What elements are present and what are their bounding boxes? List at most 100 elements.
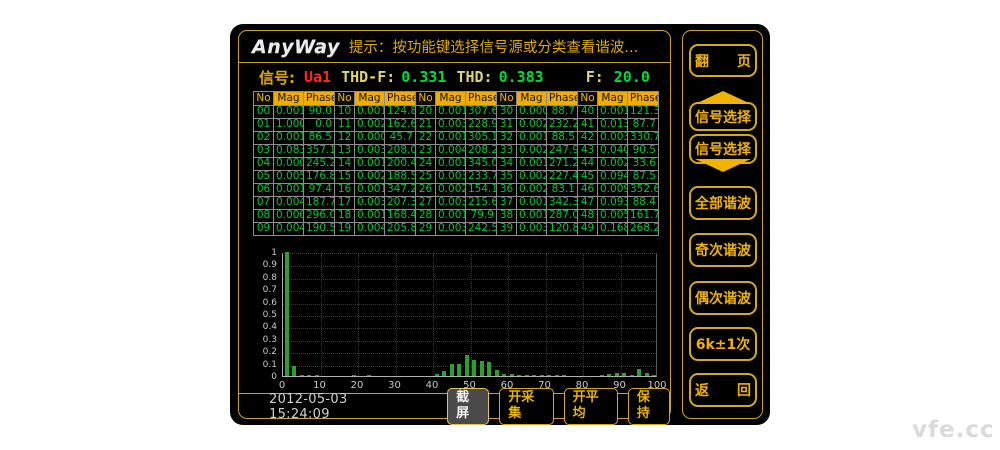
table-header-cell: Phase	[547, 92, 578, 106]
table-cell: 232.2	[547, 119, 578, 132]
gridline	[621, 254, 622, 376]
signal-value: Ua1	[304, 68, 331, 86]
table-header-cell: No	[254, 92, 274, 106]
harmonic-bar	[435, 374, 439, 376]
table-cell: 0.001	[274, 106, 304, 119]
table-cell: 208.2	[466, 145, 497, 158]
gridline	[283, 341, 656, 342]
harmonic-bar	[637, 369, 641, 376]
table-cell: 0.002	[517, 171, 547, 184]
table-cell: 29	[416, 223, 436, 236]
table-cell: 121.3	[628, 106, 659, 119]
arrow-up-icon	[695, 91, 751, 104]
signal-select-up-button[interactable]: 信号选择	[689, 102, 757, 131]
table-cell: 43	[578, 145, 598, 158]
table-cell: 33	[497, 145, 517, 158]
table-cell: 11	[335, 119, 355, 132]
timestamp: 2012-05-03 15:24:09	[269, 392, 407, 422]
table-cell: 35	[497, 171, 517, 184]
table-cell: 228.9	[466, 119, 497, 132]
start-averaging-button[interactable]: 开平均	[564, 388, 618, 425]
table-cell: 32	[497, 132, 517, 145]
table-row: 020.00186.5120.00045.7220.001305.1320.00…	[254, 132, 659, 145]
harmonic-spectrum-chart: 00.10.20.30.40.50.60.70.80.9101020304050…	[239, 241, 672, 393]
table-cell: 39	[497, 223, 517, 236]
y-axis-tick-label: 1	[239, 248, 277, 258]
gridline	[283, 304, 656, 305]
table-cell: 08	[254, 210, 274, 223]
gridline	[283, 316, 656, 317]
table-cell: 20	[416, 106, 436, 119]
table-cell: 06	[254, 184, 274, 197]
y-axis-tick-label: 0.9	[239, 260, 277, 270]
table-cell: 97.4	[304, 184, 335, 197]
harmonic-bar	[540, 375, 544, 376]
table-cell: 88.7	[547, 106, 578, 119]
gridline	[583, 254, 584, 376]
table-cell: 287.0	[547, 210, 578, 223]
table-cell: 0.003	[436, 197, 466, 210]
all-harmonics-button[interactable]: 全部谐波	[689, 186, 757, 220]
table-cell: 36	[497, 184, 517, 197]
table-cell: 0.083	[274, 145, 304, 158]
table-cell: 233.7	[466, 171, 497, 184]
table-cell: 247.9	[547, 145, 578, 158]
table-cell: 176.8	[304, 171, 335, 184]
6k-plus-minus-1-button[interactable]: 6k±1次	[689, 327, 757, 361]
harmonic-bar	[285, 252, 289, 376]
table-cell: 0.001	[517, 158, 547, 171]
start-acquisition-button[interactable]: 开采集	[499, 388, 553, 425]
table-cell: 23	[416, 145, 436, 158]
table-cell: 38	[497, 210, 517, 223]
gridline	[283, 328, 656, 329]
table-cell: 88.4	[628, 197, 659, 210]
gridline	[283, 366, 656, 367]
table-row: 080.000296.0180.001168.4280.00179.9380.0…	[254, 210, 659, 223]
page-turn-button[interactable]: 翻 页	[689, 44, 757, 77]
table-cell: 0.001	[355, 106, 385, 119]
gridline	[283, 291, 656, 292]
table-header-cell: Mag	[436, 92, 466, 106]
table-cell: 0.001	[517, 210, 547, 223]
harmonic-bar	[450, 364, 454, 376]
harmonic-bar	[442, 371, 446, 376]
table-cell: 18	[335, 210, 355, 223]
table-body: 000.00190.0100.001124.8200.001307.6300.0…	[254, 106, 659, 236]
even-harmonics-button[interactable]: 偶次谐波	[689, 281, 757, 315]
table-cell: 45	[578, 171, 598, 184]
harmonic-bar	[600, 375, 604, 376]
harmonic-bar	[525, 375, 529, 376]
odd-harmonics-button[interactable]: 奇次谐波	[689, 233, 757, 267]
table-cell: 0.094	[598, 171, 628, 184]
table-cell: 34	[497, 158, 517, 171]
table-cell: 03	[254, 145, 274, 158]
table-cell: 187.7	[304, 197, 335, 210]
thdf-label: THD-F:	[341, 68, 395, 86]
table-header-cell: Phase	[466, 92, 497, 106]
y-axis-tick-label: 0.7	[239, 285, 277, 295]
table-cell: 124.8	[385, 106, 416, 119]
table-cell: 342.3	[547, 197, 578, 210]
table-cell: 0.002	[436, 184, 466, 197]
anyway-logo: AnyWay	[252, 36, 340, 58]
hold-button[interactable]: 保持	[628, 388, 670, 425]
arrow-down-icon	[695, 159, 751, 172]
screenshot-button[interactable]: 截屏	[447, 388, 489, 425]
signal-label: 信号:	[259, 67, 295, 88]
table-cell: 0.000	[274, 158, 304, 171]
harmonic-bar	[555, 375, 559, 376]
gridline	[396, 254, 397, 376]
table-cell: 0.004	[274, 223, 304, 236]
table-header-cell: Mag	[274, 92, 304, 106]
gridline	[358, 254, 359, 376]
table-cell: 154.1	[466, 184, 497, 197]
table-cell: 120.8	[547, 223, 578, 236]
table-cell: 205.8	[385, 223, 416, 236]
bottom-bar: 2012-05-03 15:24:09 截屏开采集开平均保持	[239, 393, 670, 419]
y-axis-tick-label: 0.8	[239, 273, 277, 283]
return-button[interactable]: 返 回	[689, 373, 757, 407]
gridline	[433, 254, 434, 376]
table-cell: 0.000	[274, 210, 304, 223]
harmonic-bar	[547, 375, 551, 376]
table-cell: 05	[254, 171, 274, 184]
